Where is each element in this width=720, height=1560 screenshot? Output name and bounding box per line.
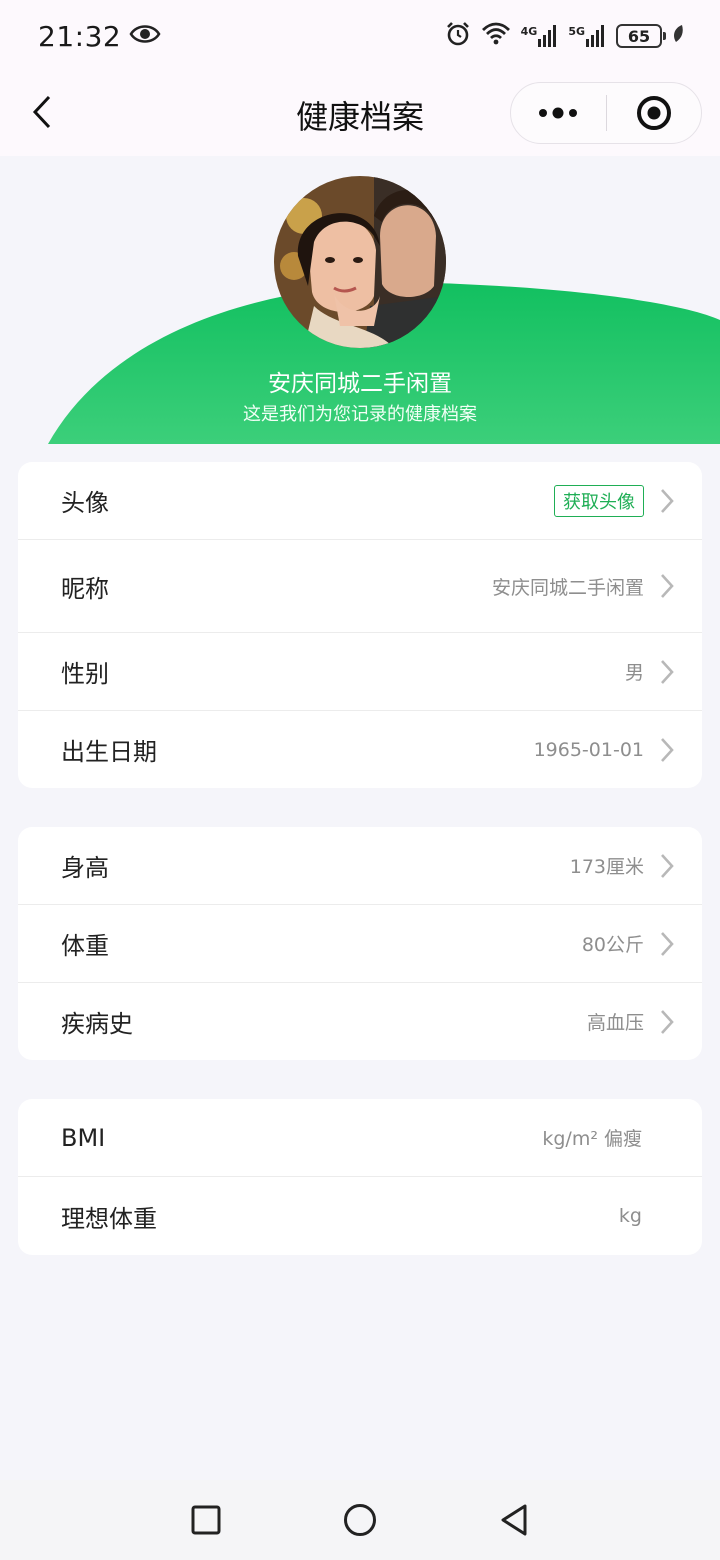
alarm-icon [445, 21, 471, 51]
row-avatar[interactable]: 头像 获取头像 [18, 462, 702, 540]
row-right: 173厘米 [570, 852, 674, 879]
row-label: 疾病史 [61, 1010, 133, 1038]
more-dots-icon [539, 107, 578, 119]
chevron-right-icon [660, 931, 674, 957]
status-right: 4G 5G 65 [445, 21, 684, 51]
row-weight[interactable]: 体重 80公斤 [18, 905, 702, 983]
close-mini-program-button[interactable] [607, 83, 702, 143]
battery-level: 65 [627, 26, 651, 46]
row-value: 男 [624, 662, 644, 684]
eye-icon [129, 23, 161, 49]
health-profile-page: 21:32 4G 5G 65 健康档案 安庆同城二手闲置 这是我们为您记录的健康… [0, 0, 720, 1560]
row-label: 出生日期 [61, 738, 157, 766]
banner-user-name: 安庆同城二手闲置 [268, 371, 452, 397]
target-circle-icon [636, 96, 671, 130]
network-5g-label: 5G [568, 25, 585, 38]
wifi-icon [481, 22, 511, 50]
bmi-card: BMI kg/m² 偏瘦 理想体重 kg [18, 1099, 702, 1255]
chevron-right-icon [660, 659, 674, 685]
signal-4g-icon: 4G [521, 25, 559, 47]
row-right: 高血压 [587, 1008, 674, 1035]
navigation-bar: 健康档案 [0, 72, 720, 156]
row-height[interactable]: 身高 173厘米 [18, 827, 702, 905]
row-birth-date[interactable]: 出生日期 1965-01-01 [18, 711, 702, 788]
square-icon [191, 1505, 221, 1535]
row-label: BMI [61, 1123, 106, 1152]
battery-indicator: 65 [616, 24, 666, 48]
row-right: 1965-01-01 [534, 737, 674, 763]
row-ideal-weight: 理想体重 kg [18, 1177, 702, 1255]
chevron-right-icon [660, 853, 674, 879]
row-label: 性别 [61, 660, 109, 688]
row-medical-history[interactable]: 疾病史 高血压 [18, 983, 702, 1060]
row-value: 安庆同城二手闲置 [491, 576, 644, 599]
row-value: 1965-01-01 [533, 738, 644, 761]
recent-apps-button[interactable] [188, 1502, 224, 1538]
status-time: 21:32 [38, 19, 122, 53]
row-nickname[interactable]: 昵称 安庆同城二手闲置 [18, 540, 702, 633]
network-4g-label: 4G [520, 25, 538, 38]
chevron-right-icon [660, 488, 674, 514]
row-right: 获取头像 [554, 484, 674, 517]
leaf-icon [672, 24, 684, 48]
chevron-right-icon [660, 1009, 674, 1035]
row-value: kg [618, 1205, 642, 1227]
profile-info-card: 头像 获取头像 昵称 安庆同城二手闲置 性别 男 出生日期 1965-01-01 [18, 462, 702, 788]
row-gender[interactable]: 性别 男 [18, 633, 702, 711]
row-label: 体重 [61, 932, 109, 960]
triangle-back-icon [501, 1504, 527, 1536]
row-label: 身高 [61, 854, 109, 882]
user-avatar[interactable] [274, 176, 446, 348]
row-value: 80公斤 [581, 934, 644, 956]
chevron-right-icon [660, 573, 674, 599]
row-label: 理想体重 [61, 1204, 157, 1233]
status-bar: 21:32 4G 5G 65 [0, 0, 720, 72]
row-value: kg/m² 偏瘦 [542, 1128, 642, 1150]
system-back-button[interactable] [496, 1502, 532, 1538]
get-avatar-button[interactable]: 获取头像 [554, 484, 644, 517]
row-value: 高血压 [586, 1012, 644, 1034]
system-navigation-bar [0, 1480, 720, 1560]
row-label: 昵称 [61, 574, 109, 603]
profile-banner: 安庆同城二手闲置 这是我们为您记录的健康档案 [0, 156, 720, 444]
row-label: 头像 [61, 489, 109, 517]
banner-subtitle: 这是我们为您记录的健康档案 [243, 404, 477, 425]
row-right: 80公斤 [582, 930, 674, 957]
row-right: kg [619, 1205, 674, 1227]
row-right: 男 [625, 658, 674, 685]
body-info-card: 身高 173厘米 体重 80公斤 疾病史 高血压 [18, 827, 702, 1060]
home-button[interactable] [342, 1502, 378, 1538]
row-bmi: BMI kg/m² 偏瘦 [18, 1099, 702, 1177]
more-button[interactable] [511, 83, 606, 143]
row-value: 173厘米 [569, 856, 644, 878]
row-right: 安庆同城二手闲置 [492, 573, 674, 600]
circle-icon [344, 1504, 376, 1536]
signal-5g-icon: 5G [568, 25, 606, 47]
row-right: kg/m² 偏瘦 [542, 1124, 674, 1151]
mini-program-capsule [510, 82, 702, 144]
chevron-right-icon [660, 737, 674, 763]
status-left: 21:32 [38, 20, 161, 53]
